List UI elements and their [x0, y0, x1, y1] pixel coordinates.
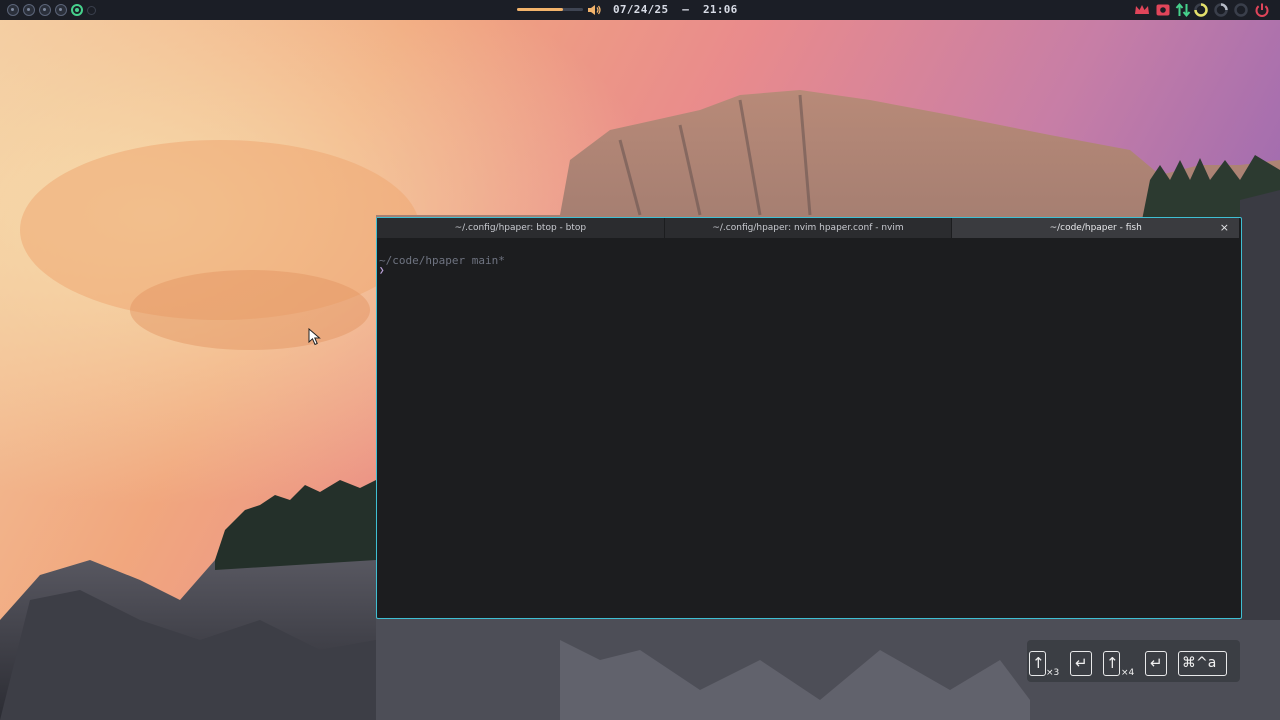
- mouse-pointer-icon: [308, 328, 321, 346]
- terminal-output[interactable]: ~/code/hpaper main* ❯: [377, 238, 1240, 617]
- shell-prompt-symbol: ❯: [379, 266, 385, 276]
- speaker-volume-icon[interactable]: [587, 3, 601, 17]
- key-glyph: ↑: [1032, 654, 1045, 672]
- terminal-window[interactable]: ~/.config/hpaper: btop - btop ~/.config/…: [376, 217, 1242, 619]
- volume-slider-fill: [517, 8, 564, 11]
- key-glyph: ⌘^a: [1182, 655, 1217, 671]
- top-status-bar: 07/24/25 – 21:06: [0, 0, 1280, 20]
- clock-datetime: 07/24/25 – 21:06: [613, 3, 738, 16]
- tab-btop[interactable]: ~/.config/hpaper: btop - btop: [377, 218, 665, 238]
- workspace-3-indicator[interactable]: [39, 4, 51, 16]
- crown-icon[interactable]: [1134, 2, 1150, 18]
- record-icon[interactable]: [1155, 2, 1171, 18]
- key-repeat-count: ×3: [1046, 668, 1060, 678]
- network-updown-icon[interactable]: [1175, 2, 1191, 18]
- tab-label: ~/.config/hpaper: btop - btop: [454, 223, 587, 233]
- workspace-empty-indicator[interactable]: [87, 5, 96, 15]
- return-icon: ↵: [1070, 651, 1092, 676]
- workspace-4-indicator[interactable]: [55, 4, 67, 16]
- key-glyph: ↵: [1150, 654, 1163, 672]
- workspace-1-indicator[interactable]: [7, 4, 19, 16]
- tab-fish[interactable]: ~/code/hpaper - fish ×: [952, 218, 1241, 238]
- workspace-5-indicator[interactable]: [71, 4, 83, 16]
- arrow-up-icon: ↑: [1029, 651, 1046, 676]
- workspace-2-indicator[interactable]: [23, 4, 35, 16]
- key-repeat-count: ×4: [1121, 668, 1135, 678]
- key-glyph: ↑: [1106, 654, 1119, 672]
- tab-label: ~/code/hpaper - fish: [1049, 223, 1142, 233]
- super-ctrl-a-icon: ⌘^a: [1178, 651, 1227, 676]
- arrow-up-icon: ↑: [1103, 651, 1120, 676]
- terminal-tab-bar: ~/.config/hpaper: btop - btop ~/.config/…: [377, 218, 1241, 238]
- close-icon[interactable]: ×: [1220, 218, 1229, 238]
- tab-nvim[interactable]: ~/.config/hpaper: nvim hpaper.conf - nvi…: [665, 218, 953, 238]
- shell-prompt-path: ~/code/hpaper main*: [379, 254, 505, 267]
- cpu-ring-icon[interactable]: [1193, 2, 1209, 18]
- return-icon: ↵: [1145, 651, 1167, 676]
- tab-label: ~/.config/hpaper: nvim hpaper.conf - nvi…: [712, 223, 904, 233]
- memory-ring-icon[interactable]: [1213, 2, 1229, 18]
- power-icon[interactable]: [1254, 2, 1270, 18]
- disk-ring-icon[interactable]: [1233, 2, 1249, 18]
- volume-slider[interactable]: [517, 8, 583, 11]
- keystroke-overlay: ↑ ×3 ↵ ↑ ×4 ↵ ⌘^a: [1027, 640, 1240, 682]
- key-glyph: ↵: [1075, 654, 1088, 672]
